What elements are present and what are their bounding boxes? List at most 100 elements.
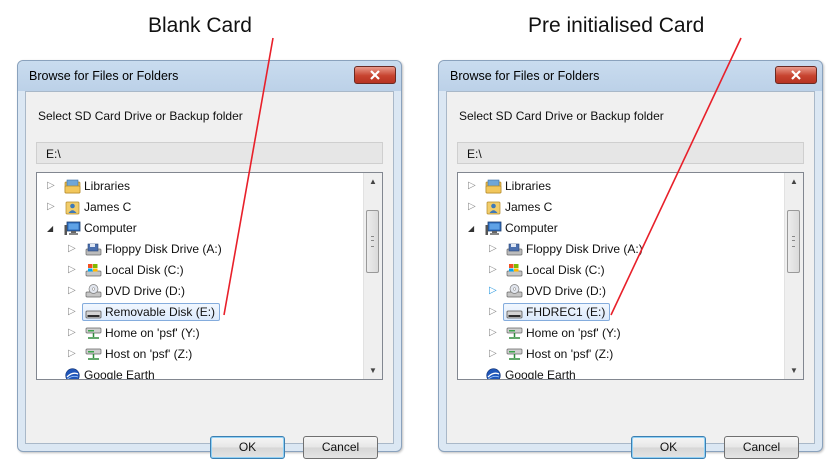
expand-arrow-icon[interactable]: ▷ [468, 201, 476, 212]
folder-tree[interactable]: ▷ Libraries ▷ James C ◢ Computer ▷ Floppy Disk … [457, 172, 804, 380]
vertical-scrollbar[interactable]: ▲ ▼ [784, 173, 803, 379]
scroll-down-icon[interactable]: ▼ [364, 362, 382, 379]
scroll-thumb[interactable] [787, 210, 800, 273]
tree-item-label: Computer [84, 221, 137, 235]
tree-item-host-on-psf-z[interactable]: ▷ Host on 'psf' (Z:) [458, 344, 784, 365]
tree-item-computer[interactable]: ◢ Computer [37, 218, 363, 239]
removable-disk-icon [85, 305, 102, 320]
google-earth-icon [64, 368, 81, 379]
tree-item-local-disk-c[interactable]: ▷ Local Disk (C:) [458, 260, 784, 281]
expand-arrow-icon[interactable]: ▷ [489, 327, 497, 338]
tree-item-james-c[interactable]: ▷ James C [37, 197, 363, 218]
tree-item-fhdrec1-e[interactable]: ▷ FHDREC1 (E:) [458, 302, 784, 323]
expand-arrow-icon[interactable]: ▷ [68, 348, 76, 359]
tree-item-dvd-drive-d[interactable]: ▷ DVD Drive (D:) [458, 281, 784, 302]
computer-icon [485, 221, 502, 236]
network-drive-icon [85, 347, 102, 362]
expand-arrow-icon[interactable]: ▷ [468, 180, 476, 191]
ok-button[interactable]: OK [631, 436, 706, 459]
tree-item-label: FHDREC1 (E:) [526, 305, 606, 319]
grip-icon [792, 236, 795, 247]
local-disk-icon [506, 263, 523, 278]
tree-item-computer[interactable]: ◢ Computer [458, 218, 784, 239]
dialog-client-area: Select SD Card Drive or Backup folder E:\… [25, 91, 394, 459]
folder-tree[interactable]: ▷ Libraries ▷ James C ◢ Computer ▷ Floppy Disk … [36, 172, 383, 380]
path-value: E:\ [467, 147, 482, 161]
expand-arrow-icon[interactable]: ▷ [489, 306, 497, 317]
expand-arrow-icon[interactable]: ▷ [68, 264, 76, 275]
local-disk-icon [85, 263, 102, 278]
tree-item-label: Google Earth [84, 368, 155, 380]
caption-blank-card: Blank Card [148, 14, 252, 37]
tree-item-label: James C [84, 200, 132, 214]
network-drive-icon [506, 326, 523, 341]
vertical-scrollbar[interactable]: ▲ ▼ [363, 173, 382, 379]
network-drive-icon [85, 326, 102, 341]
cancel-button[interactable]: Cancel [303, 436, 378, 459]
tree-item-libraries[interactable]: ▷ Libraries [37, 176, 363, 197]
tree-item-label: James C [505, 200, 553, 214]
tree-item-dvd-drive-d[interactable]: ▷ DVD Drive (D:) [37, 281, 363, 302]
expand-arrow-icon[interactable]: ▷ [47, 201, 55, 212]
tree-item-label: Floppy Disk Drive (A:) [526, 242, 643, 256]
cancel-button[interactable]: Cancel [724, 436, 799, 459]
tree-item-label: Libraries [505, 179, 552, 193]
dialog-title: Browse for Files or Folders [450, 69, 600, 83]
floppy-drive-icon [85, 242, 102, 257]
tree-item-label: Host on 'psf' (Z:) [526, 347, 614, 361]
tree-item-james-c[interactable]: ▷ James C [458, 197, 784, 218]
tree-item-google-earth[interactable]: Google Earth [458, 365, 784, 380]
expand-arrow-icon[interactable]: ▷ [68, 243, 76, 254]
tree-item-label: Host on 'psf' (Z:) [105, 347, 193, 361]
tree-item-label: Google Earth [505, 368, 576, 380]
browse-dialog-blank-card: Browse for Files or Folders Select SD Car… [17, 60, 402, 459]
expand-arrow-icon[interactable]: ▷ [68, 285, 76, 296]
expand-arrow-icon[interactable]: ▷ [489, 348, 497, 359]
expand-arrow-icon[interactable]: ▷ [489, 243, 497, 254]
tree-item-floppy-disk-drive-a[interactable]: ▷ Floppy Disk Drive (A:) [37, 239, 363, 260]
ok-button[interactable]: OK [210, 436, 285, 459]
tree-item-floppy-disk-drive-a[interactable]: ▷ Floppy Disk Drive (A:) [458, 239, 784, 260]
tree-item-label: Floppy Disk Drive (A:) [105, 242, 222, 256]
expand-arrow-icon[interactable]: ▷ [68, 327, 76, 338]
tree-item-label: Local Disk (C:) [105, 263, 184, 277]
user-folder-icon [64, 200, 81, 215]
title-bar: Browse for Files or Folders [18, 61, 401, 91]
tree-item-label: DVD Drive (D:) [105, 284, 185, 298]
tree-item-label: Removable Disk (E:) [105, 305, 216, 319]
collapse-arrow-icon[interactable]: ◢ [47, 224, 53, 233]
network-drive-icon [506, 347, 523, 362]
scroll-up-icon[interactable]: ▲ [785, 173, 803, 190]
tree-item-google-earth[interactable]: Google Earth [37, 365, 363, 380]
google-earth-icon [485, 368, 502, 379]
path-value: E:\ [46, 147, 61, 161]
computer-icon [64, 221, 81, 236]
user-folder-icon [485, 200, 502, 215]
collapse-arrow-icon[interactable]: ◢ [468, 224, 474, 233]
expand-arrow-icon[interactable]: ▷ [489, 264, 497, 275]
dvd-drive-icon [506, 284, 523, 299]
expand-arrow-icon[interactable]: ▷ [489, 285, 497, 296]
browse-dialog-pre-initialised-card: Browse for Files or Folders Select SD Car… [438, 60, 823, 459]
scroll-up-icon[interactable]: ▲ [364, 173, 382, 190]
scroll-thumb[interactable] [366, 210, 379, 273]
tree-item-home-on-psf-y[interactable]: ▷ Home on 'psf' (Y:) [37, 323, 363, 344]
tree-item-removable-disk-e[interactable]: ▷ Removable Disk (E:) [37, 302, 363, 323]
path-field[interactable]: E:\ [457, 142, 804, 164]
dialog-title: Browse for Files or Folders [29, 69, 179, 83]
tree-item-libraries[interactable]: ▷ Libraries [458, 176, 784, 197]
expand-arrow-icon[interactable]: ▷ [47, 180, 55, 191]
tree-item-label: Home on 'psf' (Y:) [105, 326, 200, 340]
tree-item-label: DVD Drive (D:) [526, 284, 606, 298]
title-bar: Browse for Files or Folders [439, 61, 822, 91]
close-button[interactable] [354, 66, 396, 84]
dvd-drive-icon [85, 284, 102, 299]
close-button[interactable] [775, 66, 817, 84]
tree-item-local-disk-c[interactable]: ▷ Local Disk (C:) [37, 260, 363, 281]
scroll-down-icon[interactable]: ▼ [785, 362, 803, 379]
expand-arrow-icon[interactable]: ▷ [68, 306, 76, 317]
tree-item-label: Home on 'psf' (Y:) [526, 326, 621, 340]
path-field[interactable]: E:\ [36, 142, 383, 164]
tree-item-home-on-psf-y[interactable]: ▷ Home on 'psf' (Y:) [458, 323, 784, 344]
tree-item-host-on-psf-z[interactable]: ▷ Host on 'psf' (Z:) [37, 344, 363, 365]
